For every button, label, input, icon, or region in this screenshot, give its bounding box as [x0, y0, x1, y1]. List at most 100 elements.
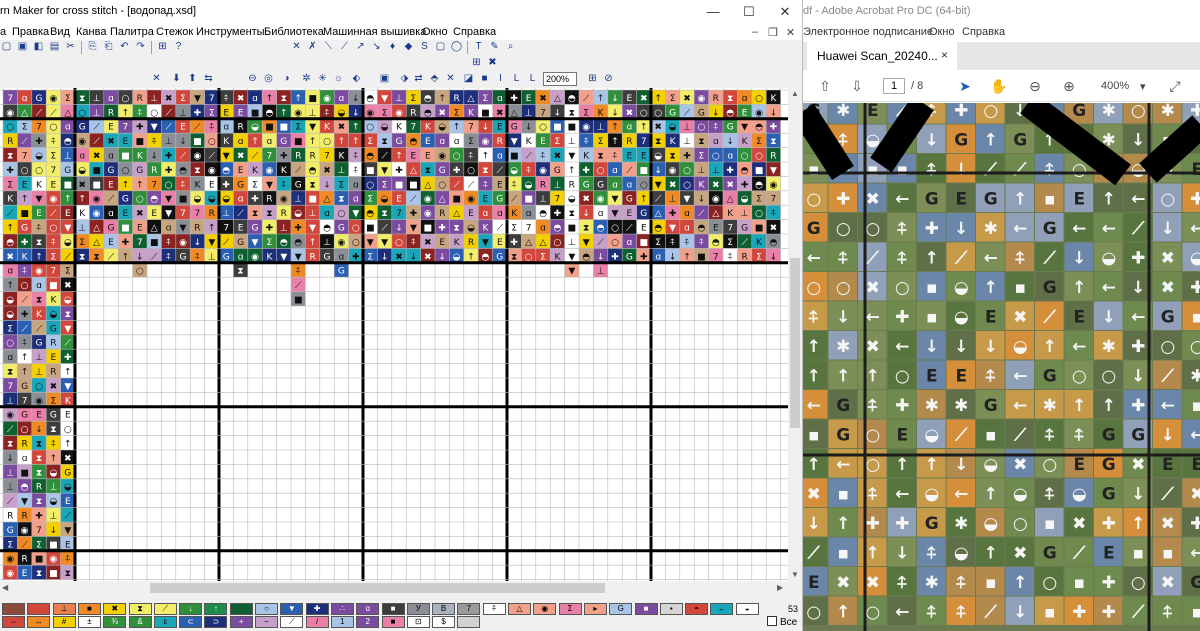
zoom-out-icon[interactable]: ⊖: [1025, 76, 1045, 96]
stitch-tool-btn-1[interactable]: ✗: [306, 40, 319, 54]
stitch-tool-btn-7[interactable]: ◆: [402, 40, 415, 54]
zoom-select[interactable]: 200%: [543, 72, 577, 86]
palette-swatch[interactable]: 1: [330, 616, 354, 628]
menu-view[interactable]: Вид: [50, 26, 70, 38]
palette-swatch[interactable]: +: [229, 616, 253, 628]
stitch-tool-btn-4[interactable]: ↗: [354, 40, 367, 54]
palette-swatch[interactable]: [229, 603, 253, 615]
palette-swatch[interactable]: ■: [381, 603, 405, 615]
palette-swatch[interactable]: ⧗: [128, 603, 152, 615]
stitch-tool-btn-12[interactable]: ✎: [488, 40, 501, 54]
view-tool-btn-8[interactable]: ✳: [316, 72, 329, 86]
pattern-canvas[interactable]: 7 ɑ G ◉ Σ ⧗ ⊥ ɑ ○ R ⊥ ✖ Σ ▼ 7 ⍏ ✖ ɑ ↑ ⧗ ↑ ■ ◉ ɑ ↓ ◓ ▼ ⊥ Σ ◓ ↑ R △ Σɑ ✚ E ✖ △ ◓…: [0, 88, 788, 581]
palette-swatch[interactable]: ↔: [27, 616, 51, 628]
pattern-grid[interactable]: 7 ɑ G ◉ Σ ⧗ ⊥ ɑ ○ R ⊥ ✖ Σ ▼ 7 ⍏ ✖ ɑ ↑ ⧗ ↑ ■ ◉ ɑ ↓ ◓ ▼ ⊥ Σ ◓ ↑ R △ Σɑ ✚ E ✖ △ ◓…: [0, 88, 788, 581]
palette-swatch[interactable]: ■: [634, 603, 658, 615]
palette-swatch[interactable]: ↑: [204, 603, 228, 615]
view-tool-btn-14[interactable]: ⬘: [428, 72, 441, 86]
palette-swatch[interactable]: ⊂: [179, 616, 203, 628]
palette-swatch[interactable]: ⍏: [482, 603, 506, 615]
view-extra-btn-0[interactable]: ⊞: [586, 72, 599, 86]
zoom-level[interactable]: 400%: [1101, 80, 1129, 92]
scroll-down-icon[interactable]: ▼: [791, 570, 799, 579]
view-tool-btn-19[interactable]: L: [510, 72, 523, 86]
palette-swatch[interactable]: ∴: [330, 603, 354, 615]
zoom-in-icon[interactable]: ⊕: [1059, 76, 1079, 96]
palette-swatch[interactable]: ⟋: [280, 616, 304, 628]
grid-tool-btn-1[interactable]: ✖: [486, 56, 499, 70]
stitch-tool-btn-6[interactable]: ♦: [386, 40, 399, 54]
toolbar-btn-6[interactable]: ⎗: [102, 40, 115, 54]
view-tool-btn-6[interactable]: ◑: [280, 72, 293, 86]
fit-page-icon[interactable]: ⤢: [1165, 76, 1185, 96]
palette-swatch[interactable]: −: [255, 616, 278, 628]
view-extra-btn-1[interactable]: ⊘: [602, 72, 615, 86]
menu-window[interactable]: Окно: [422, 26, 448, 38]
view-tool-btn-20[interactable]: L: [526, 72, 539, 86]
palette-swatch[interactable]: ◓: [685, 603, 709, 615]
menu-tools[interactable]: Инструменты: [196, 26, 265, 38]
palette-swatch[interactable]: ⟋: [153, 603, 177, 615]
scanned-pattern-page[interactable]: G ✱ E ⟋ ⍏ ✚ ○ ↓ ✚ G ✱ ○ ✱ ✚ ✚ ⍏ ◒ ✱ ↓ G ↑ G ↑ ○ ✱ ↓ ▪ ✖ ▪ ← ▪ ▪ ⍏ ↓ ⟋ ⟋ ⍏ ○ E ◒…: [803, 103, 1200, 631]
select-cursor-icon[interactable]: ➤: [955, 76, 975, 96]
palette-swatch[interactable]: [27, 603, 51, 615]
stitch-tool-btn-2[interactable]: ⟍: [322, 40, 335, 54]
menu-acro-window[interactable]: Окно: [929, 26, 955, 38]
view-tool-btn-9[interactable]: ☼: [332, 72, 345, 86]
menu-palette[interactable]: Палитра: [110, 26, 154, 38]
toolbar-btn-5[interactable]: ⎘: [86, 40, 99, 54]
palette-swatch[interactable]: В: [432, 603, 456, 615]
palette-swatch[interactable]: ɛ: [153, 616, 177, 628]
palette-swatch[interactable]: ⊃: [204, 616, 228, 628]
palette-swatch[interactable]: ◉: [533, 603, 557, 615]
menu-machine-embroidery[interactable]: Машинная вышивка: [323, 26, 426, 38]
view-tool-btn-5[interactable]: ◎: [262, 72, 275, 86]
palette-swatch[interactable]: #: [52, 616, 76, 628]
stitch-tool-btn-11[interactable]: T: [472, 40, 485, 54]
stitch-tool-btn-3[interactable]: ⟋: [338, 40, 351, 54]
view-tool-btn-12[interactable]: ⬗: [398, 72, 411, 86]
palette-swatch[interactable]: ←: [710, 603, 734, 615]
palette-swatch[interactable]: ↓: [179, 603, 203, 615]
palette-swatch[interactable]: ▼: [280, 603, 304, 615]
view-tool-btn-4[interactable]: ⊖: [246, 72, 259, 86]
palette-swatch[interactable]: G: [609, 603, 633, 615]
palette-swatch[interactable]: /: [305, 616, 329, 628]
view-tool-btn-18[interactable]: I: [494, 72, 507, 86]
scroll-left-icon[interactable]: ◀: [2, 583, 8, 592]
stitch-tool-btn-0[interactable]: ✕: [290, 40, 303, 54]
palette-swatch[interactable]: У: [406, 603, 430, 615]
palette-swatch[interactable]: ■: [77, 603, 101, 615]
toolbar-btn-10[interactable]: ?: [172, 40, 185, 54]
stitch-tool-btn-10[interactable]: ◯: [450, 40, 463, 54]
all-checkbox[interactable]: [767, 616, 777, 626]
view-tool-btn-2[interactable]: ⬆: [186, 72, 199, 86]
palette-swatch[interactable]: 7: [457, 603, 481, 615]
palette-swatch[interactable]: ▪: [659, 603, 683, 615]
mdi-minimize-icon[interactable]: –: [752, 26, 758, 38]
close-icon[interactable]: ✕: [762, 0, 802, 24]
palette-swatch[interactable]: Σ: [558, 603, 582, 615]
stitch-tool-btn-13[interactable]: ⌕: [504, 40, 517, 54]
palette-swatch[interactable]: ⇔: [2, 616, 25, 628]
stitch-tool-btn-5[interactable]: ↘: [370, 40, 383, 54]
palette-swatch[interactable]: [457, 616, 481, 628]
palette-swatch[interactable]: ±: [77, 616, 101, 628]
scroll-right-icon[interactable]: ▶: [777, 583, 783, 592]
toolbar-btn-8[interactable]: ↷: [134, 40, 147, 54]
toolbar-btn-4[interactable]: ✂: [64, 40, 77, 54]
document-tab[interactable]: Huawei Scan_20240... ×: [807, 42, 957, 70]
next-page-icon[interactable]: ⇩: [847, 76, 867, 96]
view-tool-btn-0[interactable]: ✕: [150, 72, 163, 86]
palette-swatch[interactable]: ɑ: [356, 603, 380, 615]
menu-library[interactable]: Библиотека: [264, 26, 324, 38]
toolbar-btn-7[interactable]: ↶: [118, 40, 131, 54]
page-number-input[interactable]: 1: [883, 78, 905, 94]
view-tool-btn-17[interactable]: ■: [478, 72, 491, 86]
view-tool-btn-11[interactable]: ▣: [378, 72, 391, 86]
palette-swatch[interactable]: ○: [255, 603, 278, 615]
palette-swatch[interactable]: [2, 603, 25, 615]
view-tool-btn-15[interactable]: ✕: [444, 72, 457, 86]
menu-help[interactable]: Справка: [453, 26, 496, 38]
stitch-tool-btn-9[interactable]: ▢: [434, 40, 447, 54]
